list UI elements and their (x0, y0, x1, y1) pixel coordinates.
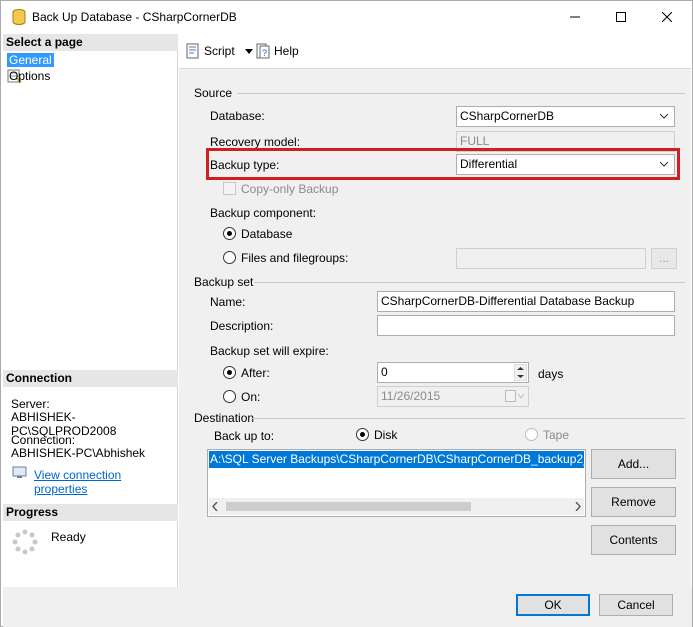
connection-header: Connection (3, 370, 178, 387)
script-button[interactable]: Script (185, 43, 253, 59)
source-group-label: Source (194, 86, 233, 100)
server-label: Server: (11, 397, 50, 411)
database-icon (12, 9, 26, 25)
description-label: Description: (210, 319, 274, 333)
progress-status: Ready (51, 530, 86, 544)
select-page-header: Select a page (3, 34, 178, 51)
after-days-stepper[interactable]: 0 (377, 362, 529, 383)
name-label: Name: (210, 295, 246, 309)
view-connection-properties-link[interactable]: View connection properties (34, 468, 177, 496)
destination-divider (251, 418, 685, 419)
backup-set-divider (254, 282, 685, 283)
destination-group-label: Destination (194, 411, 255, 425)
svg-text:?: ? (262, 48, 267, 58)
database-combo[interactable]: CSharpCornerDB (456, 106, 675, 127)
scrollbar-thumb[interactable] (226, 502, 471, 511)
dialog-footer: OK Cancel (3, 587, 692, 627)
cancel-button[interactable]: Cancel (599, 594, 673, 616)
component-files-label: Files and filegroups: (241, 251, 349, 265)
calendar-dropdown-icon (505, 390, 525, 402)
page-item-options[interactable]: Options (7, 68, 50, 83)
database-value: CSharpCornerDB (460, 109, 555, 123)
database-label: Database: (210, 109, 265, 123)
page-item-label: General (7, 52, 54, 67)
maximize-button[interactable] (598, 1, 644, 33)
disk-radio[interactable] (356, 428, 369, 441)
chevron-down-icon (660, 113, 668, 119)
back-up-to-label: Back up to: (214, 429, 275, 443)
disk-label: Disk (374, 428, 398, 442)
on-label: On: (241, 390, 261, 404)
expire-label: Backup set will expire: (210, 344, 329, 358)
help-label: Help (274, 44, 299, 58)
connection-value: ABHISHEK-PC\Abhishek (11, 446, 146, 460)
component-files-radio[interactable] (223, 251, 236, 264)
tape-radio[interactable] (525, 428, 538, 441)
destination-path-item[interactable]: A:\SQL Server Backups\CSharpCornerDB\CSh… (209, 451, 584, 468)
expire-date-value: 11/26/2015 (381, 389, 441, 403)
close-button[interactable] (644, 1, 690, 33)
spin-arrows-icon[interactable] (514, 364, 527, 381)
filegroups-browse-button[interactable]: ... (651, 248, 677, 269)
filegroups-field (456, 248, 646, 269)
minimize-icon (570, 16, 580, 18)
backup-database-dialog: Back Up Database - CSharpCornerDB Select… (0, 0, 693, 627)
expire-after-radio[interactable] (223, 366, 236, 379)
tape-label: Tape (543, 428, 570, 442)
remove-destination-button[interactable]: Remove (591, 487, 676, 517)
copy-only-label: Copy-only Backup (241, 182, 339, 196)
title-bar: Back Up Database - CSharpCornerDB (1, 1, 692, 33)
connection-label: Connection: (11, 433, 76, 447)
window-title: Back Up Database - CSharpCornerDB (32, 10, 237, 24)
backup-name-input[interactable]: CSharpCornerDB-Differential Database Bac… (377, 291, 675, 312)
description-input[interactable] (377, 315, 675, 336)
backup-component-label: Backup component: (210, 206, 317, 220)
horizontal-scrollbar[interactable] (209, 498, 584, 515)
ok-button[interactable]: OK (516, 594, 590, 616)
add-destination-button[interactable]: Add... (591, 449, 676, 479)
backup-type-highlight (206, 148, 680, 180)
help-icon: ? (256, 43, 270, 59)
chevron-down-icon (244, 48, 253, 54)
contents-button[interactable]: Contents (591, 525, 676, 555)
page-item-label: Options (9, 68, 51, 83)
main-panel: Script ? Help Source Database: CSharpCor… (179, 34, 691, 587)
component-database-label: Database (241, 227, 293, 241)
copy-only-checkbox[interactable] (223, 182, 236, 195)
expire-date-picker: 11/26/2015 (377, 386, 529, 407)
recovery-model-label: Recovery model: (210, 135, 301, 149)
progress-header: Progress (3, 504, 178, 521)
left-panel: Select a page General Options Connection… (3, 34, 178, 587)
backup-set-group-label: Backup set (194, 275, 254, 289)
after-label: After: (241, 366, 270, 380)
maximize-icon (616, 12, 626, 22)
progress-spinner-icon (12, 529, 38, 555)
script-label: Script (204, 44, 235, 58)
days-label: days (538, 367, 564, 381)
script-icon (186, 43, 199, 59)
after-days-value: 0 (381, 365, 388, 379)
expire-on-radio[interactable] (223, 390, 236, 403)
connection-properties-icon (12, 466, 27, 478)
toolbar: Script ? Help (179, 34, 691, 69)
component-database-radio[interactable] (223, 227, 236, 240)
close-icon (662, 12, 672, 22)
source-divider (237, 93, 685, 94)
scroll-right-icon[interactable] (575, 502, 581, 511)
scroll-left-icon[interactable] (212, 502, 218, 511)
minimize-button[interactable] (552, 1, 598, 33)
help-button[interactable]: ? Help (255, 43, 299, 59)
page-item-general[interactable]: General (7, 52, 54, 67)
backup-destination-list[interactable]: A:\SQL Server Backups\CSharpCornerDB\CSh… (207, 449, 586, 517)
